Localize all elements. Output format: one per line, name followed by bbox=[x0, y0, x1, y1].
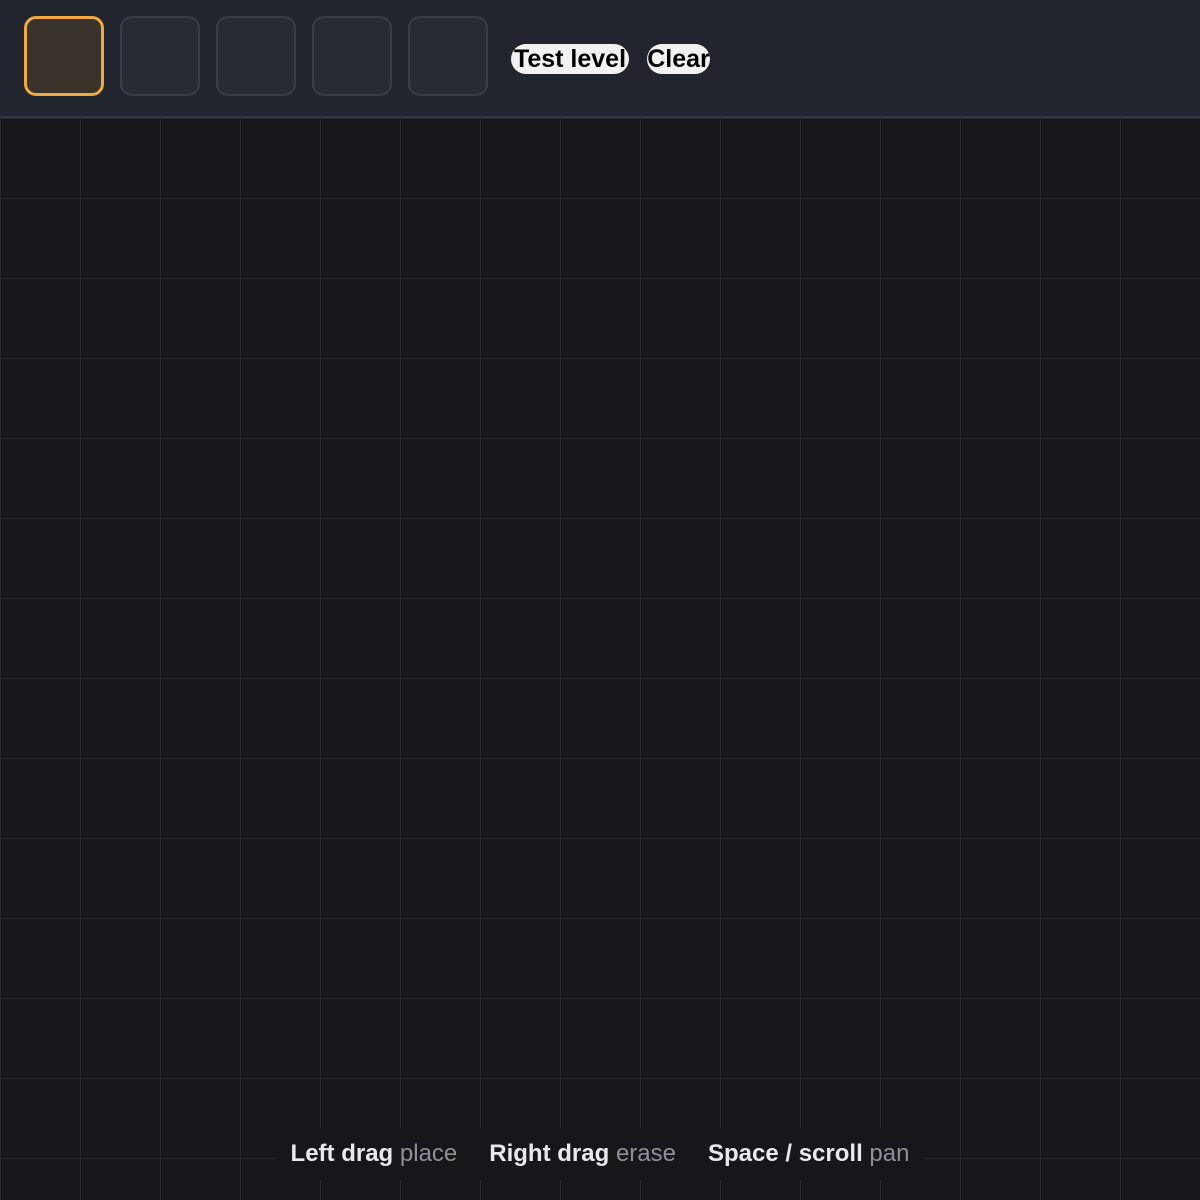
controls-hint-bar: Left drag place Right drag erase Space /… bbox=[276, 1128, 924, 1180]
hint-key: Space / scroll bbox=[707, 1140, 863, 1167]
hint-erase: Right drag erase bbox=[489, 1140, 676, 1168]
palette-tile[interactable] bbox=[312, 16, 392, 96]
hint-action: place bbox=[399, 1140, 458, 1167]
palette-tile[interactable] bbox=[120, 16, 200, 96]
level-editor: Test level Clear Left drag place Right d… bbox=[0, 0, 1200, 1200]
editor-grid-canvas[interactable] bbox=[0, 118, 1200, 1200]
toolbar: Test level Clear bbox=[0, 0, 1200, 118]
hint-key: Left drag bbox=[290, 1140, 394, 1167]
palette-tile-selected[interactable] bbox=[24, 16, 104, 96]
test-level-button[interactable]: Test level bbox=[511, 44, 629, 74]
hint-place: Left drag place bbox=[291, 1140, 458, 1168]
palette-tile[interactable] bbox=[408, 16, 488, 96]
hint-action: erase bbox=[615, 1140, 676, 1167]
hint-key: Right drag bbox=[489, 1140, 610, 1167]
clear-button[interactable]: Clear bbox=[647, 44, 710, 74]
palette-tile[interactable] bbox=[216, 16, 296, 96]
hint-pan: Space / scroll pan bbox=[708, 1140, 909, 1168]
hint-action: pan bbox=[869, 1140, 910, 1167]
